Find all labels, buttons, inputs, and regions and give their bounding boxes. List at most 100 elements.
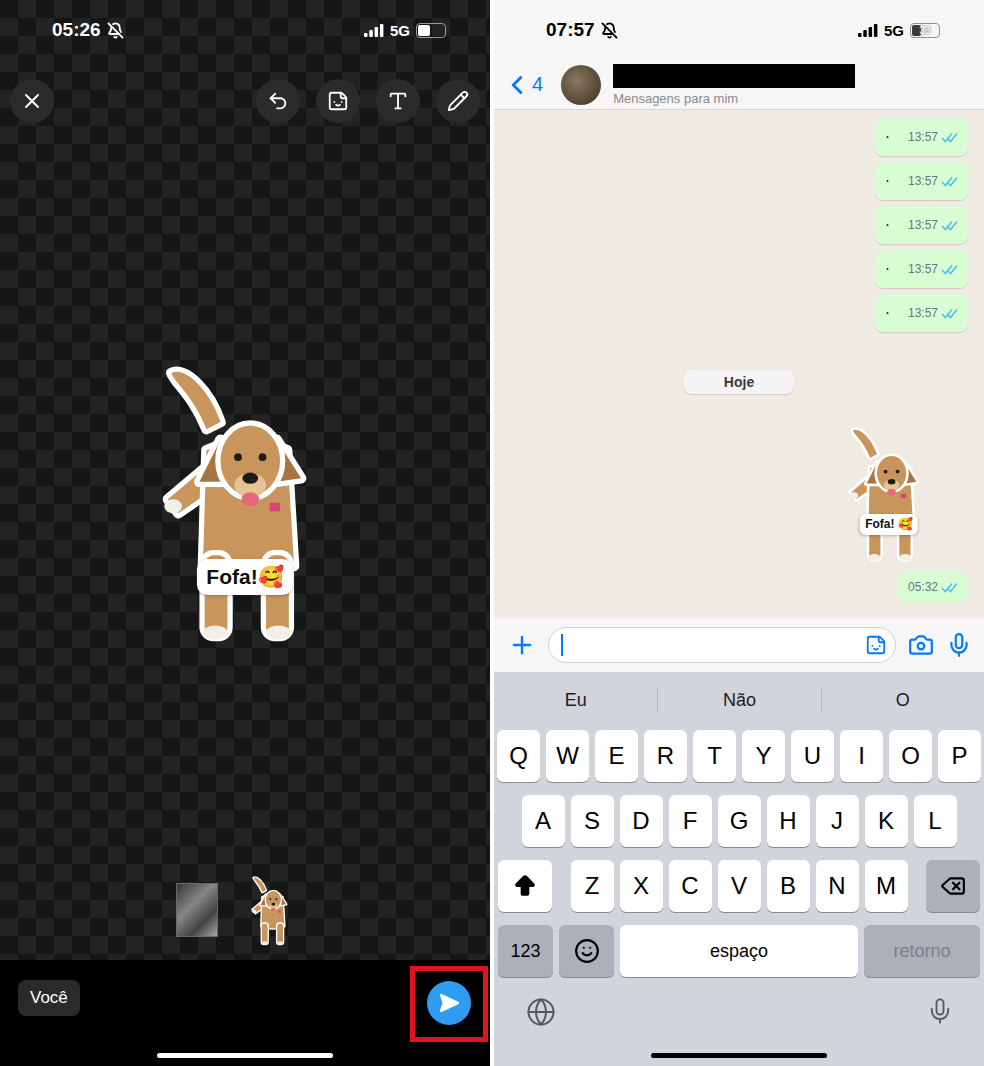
letter-key[interactable]: H (767, 795, 810, 847)
emoji-key[interactable] (559, 925, 614, 977)
letter-key[interactable]: F (669, 795, 712, 847)
letter-key[interactable]: S (571, 795, 614, 847)
chat-screen: 07:575G334Mensagens para mim·13:57·13:57… (494, 0, 984, 1066)
double-check-icon (941, 132, 958, 143)
camera-icon (908, 632, 934, 658)
letter-key[interactable]: J (816, 795, 859, 847)
sticker-editor: 05:265G Fofa!🥰 Você (0, 0, 490, 1066)
chevron-left-icon (502, 70, 532, 100)
letter-key[interactable]: K (865, 795, 908, 847)
letter-key[interactable]: Z (571, 860, 614, 912)
letter-key[interactable]: D (620, 795, 663, 847)
letter-key[interactable]: B (767, 860, 810, 912)
sticker-time-bubble: 05:32 (898, 572, 968, 602)
letter-key[interactable]: P (938, 730, 981, 782)
send-button[interactable] (427, 981, 471, 1025)
message-bubble[interactable]: ·13:57 (875, 250, 968, 288)
back-button[interactable]: 4 (502, 70, 543, 100)
contact-avatar[interactable] (561, 65, 601, 105)
composer-bar (494, 618, 984, 672)
suggestion[interactable]: O (821, 687, 984, 713)
close-icon (20, 89, 44, 113)
send-icon (438, 992, 460, 1014)
suggestion[interactable]: Eu (494, 687, 657, 713)
sticker-icon[interactable] (865, 634, 887, 656)
double-check-icon (941, 264, 958, 275)
letter-key[interactable]: A (522, 795, 565, 847)
battery-icon (416, 23, 446, 38)
backspace-icon (940, 873, 966, 899)
sticker-caption: Fofa!🥰 (197, 559, 293, 596)
letter-key[interactable]: N (816, 860, 859, 912)
sticker-thumbnail[interactable] (250, 872, 294, 948)
double-check-icon (941, 220, 958, 231)
signal-icon (858, 24, 878, 37)
letter-key[interactable]: T (693, 730, 736, 782)
editor-sticker[interactable]: Fofa!🥰 (156, 352, 334, 650)
text-icon (387, 90, 409, 112)
sticker-message[interactable]: Fofa! 🥰 (846, 420, 932, 566)
message-bubble[interactable]: ·13:57 (875, 206, 968, 244)
return-key[interactable]: retorno (864, 925, 980, 977)
home-indicator (651, 1053, 827, 1058)
text-button[interactable] (376, 79, 420, 123)
letter-key[interactable]: X (620, 860, 663, 912)
status-time: 05:26 (52, 19, 101, 41)
dictation-mic-icon[interactable] (926, 997, 954, 1025)
backspace-key[interactable] (926, 860, 980, 912)
draw-button[interactable] (436, 79, 480, 123)
message-list: ·13:57·13:57·13:57·13:57·13:57HojeFofa! … (494, 110, 984, 618)
sticker-icon (327, 90, 349, 112)
home-indicator (157, 1053, 333, 1058)
status-time: 07:57 (546, 19, 595, 41)
letter-key[interactable]: V (718, 860, 761, 912)
undo-button[interactable] (256, 79, 300, 123)
shift-key[interactable] (498, 860, 552, 912)
bell-off-icon (107, 22, 124, 39)
pencil-icon (447, 90, 469, 112)
message-bubble[interactable]: ·13:57 (875, 118, 968, 156)
numbers-key[interactable]: 123 (498, 925, 553, 977)
letter-key[interactable]: W (546, 730, 589, 782)
keyboard: EuNãoOQWERTYUIOPASDFGHJKLZXCVBNM123espaç… (494, 672, 984, 1066)
signal-icon (364, 24, 384, 37)
space-key[interactable]: espaço (620, 925, 858, 977)
dog-sticker-icon (846, 420, 932, 566)
letter-key[interactable]: M (865, 860, 908, 912)
letter-key[interactable]: I (840, 730, 883, 782)
emoji-icon (574, 938, 600, 964)
suggestion[interactable]: Não (657, 687, 820, 713)
message-input[interactable] (548, 627, 896, 663)
letter-key[interactable]: Y (742, 730, 785, 782)
close-button[interactable] (10, 79, 54, 123)
message-bubble[interactable]: ·13:57 (875, 162, 968, 200)
recipient-chip[interactable]: Você (18, 980, 80, 1016)
camera-button[interactable] (908, 632, 934, 658)
network-label: 5G (884, 22, 904, 39)
photo-thumbnail[interactable] (176, 883, 218, 937)
mic-button[interactable] (946, 632, 972, 658)
status-bar: 05:265G (0, 0, 490, 60)
undo-icon (267, 90, 289, 112)
letter-key[interactable]: U (791, 730, 834, 782)
globe-icon[interactable] (526, 997, 556, 1027)
chat-header: 4Mensagens para mim (494, 60, 984, 109)
letter-key[interactable]: R (644, 730, 687, 782)
plus-icon (508, 631, 536, 659)
dog-sticker-icon (156, 352, 334, 650)
sticker-button[interactable] (316, 79, 360, 123)
double-check-icon (941, 582, 958, 593)
letter-key[interactable]: L (914, 795, 957, 847)
dog-sticker-icon (250, 872, 294, 948)
letter-key[interactable]: C (669, 860, 712, 912)
shift-icon (512, 873, 538, 899)
letter-key[interactable]: O (889, 730, 932, 782)
letter-key[interactable]: G (718, 795, 761, 847)
attach-button[interactable] (508, 631, 536, 659)
message-bubble[interactable]: ·13:57 (875, 294, 968, 332)
letter-key[interactable]: Q (497, 730, 540, 782)
suggestion-bar: EuNãoO (494, 678, 984, 722)
letter-key[interactable]: E (595, 730, 638, 782)
status-bar: 07:575G33 (494, 0, 984, 60)
bell-off-icon (601, 22, 618, 39)
